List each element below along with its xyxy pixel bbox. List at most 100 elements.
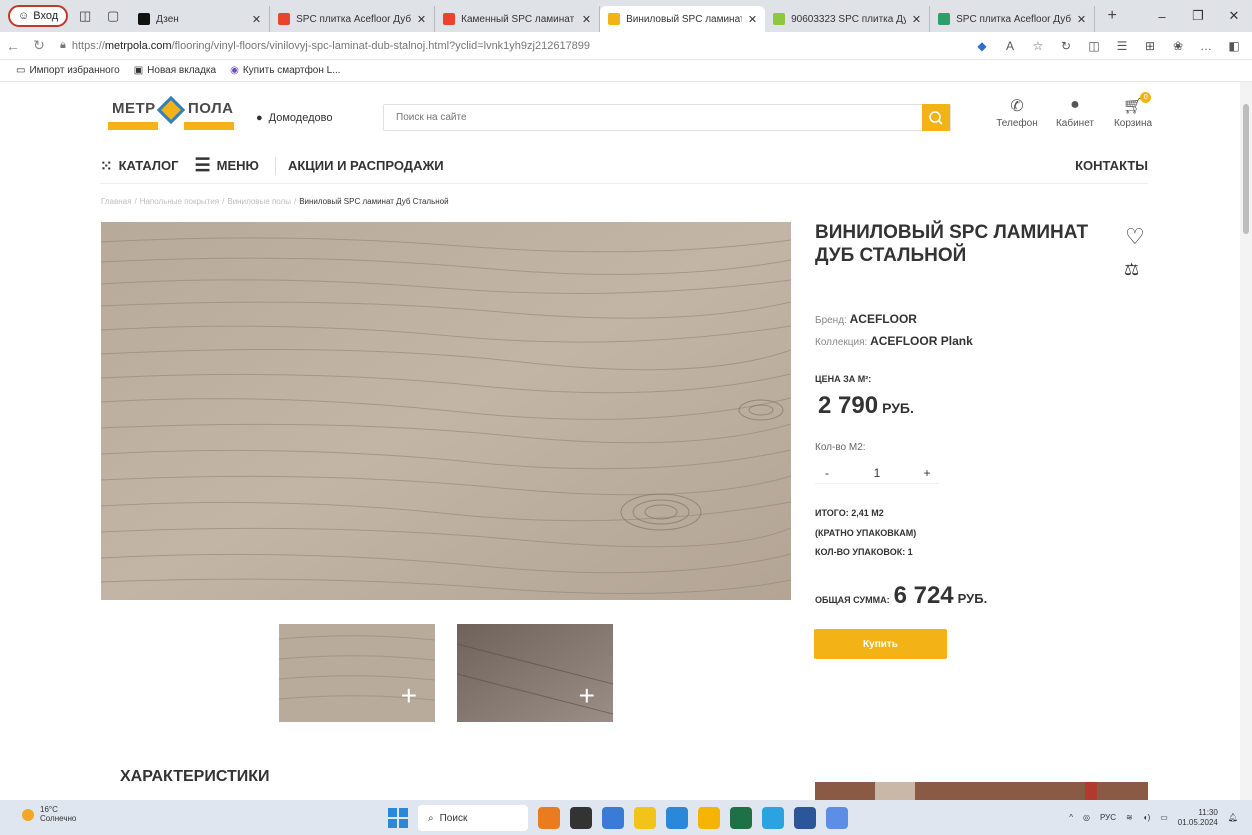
tab-close-icon[interactable]: ✕ <box>912 13 921 26</box>
phone-icon: ✆ <box>1010 98 1024 115</box>
volume-icon[interactable]: ◖) <box>1143 813 1151 822</box>
battery-icon[interactable]: ▭ <box>1160 813 1168 822</box>
breadcrumb-home[interactable]: Главная <box>101 197 131 206</box>
start-windows-icon[interactable] <box>388 808 408 828</box>
favorites-bar: ▭ Импорт избранного ▣ Новая вкладка ◉ Купит… <box>0 60 1252 82</box>
app-icon-excel[interactable] <box>730 807 752 829</box>
tab-actions-icon[interactable]: ▢ <box>102 5 124 27</box>
lang-icon[interactable]: РУС <box>1100 813 1116 822</box>
network-icon[interactable]: ◎ <box>1083 813 1090 822</box>
profile-label: Вход <box>33 10 59 22</box>
restore-icon[interactable]: ❐ <box>1180 8 1216 24</box>
breadcrumb-flooring[interactable]: Напольные покрытия <box>140 197 219 206</box>
total-area: ИТОГО: 2,41 М2 <box>815 508 884 518</box>
favorites-icon[interactable]: ☰ <box>1108 39 1136 53</box>
url-field[interactable]: 🔒︎ https://metrpola.com/flooring/vinyl-f… <box>60 39 968 52</box>
tab-close-icon[interactable]: ✕ <box>252 13 261 26</box>
browser-tab[interactable]: 90603323 SPC плитка Дуб ✕ <box>765 6 931 32</box>
total-sum: ОБЩАЯ СУММА: 6 724 РУБ. <box>815 582 988 609</box>
breadcrumb: Главная / Напольные покрытия / Виниловые п… <box>101 197 449 206</box>
profile-icon: ☺ <box>18 10 30 22</box>
clock[interactable]: 11:30 01.05.2024 <box>1178 808 1218 827</box>
browser-tab[interactable]: Каменный SPC ламинат AC ✕ <box>435 6 601 32</box>
browser-tab-strip: ☺ Вход ◫ ▢ Дзен ✕ SPC плитка Acefloor Дуб … <box>0 0 1252 32</box>
tab-favicon-icon <box>443 13 456 25</box>
oak-texture-image <box>101 222 791 600</box>
profile-button[interactable]: ☺ Вход <box>8 5 69 27</box>
web-page: МЕТР ПОЛА ● Домодедово ✆ Телефон ● Кабин… <box>0 82 1240 800</box>
tab-favicon-icon <box>278 13 291 25</box>
characteristics-heading: ХАРАКТЕРИСТИКИ <box>120 768 270 785</box>
nav-catalog[interactable]: ⁙ КАТАЛОГ <box>100 157 179 175</box>
favorite-smartphone[interactable]: ◉ Купить смартфон L... <box>230 65 340 76</box>
favorite-star-icon[interactable]: ☆ <box>1024 39 1052 53</box>
app-icon-game[interactable] <box>538 807 560 829</box>
folder-icon: ▭ <box>16 65 26 76</box>
app-icon-word[interactable] <box>794 807 816 829</box>
more-icon[interactable]: … <box>1192 39 1220 53</box>
refresh-page-icon[interactable]: ↻ <box>1052 39 1080 53</box>
collections-icon[interactable]: ⊞ <box>1136 39 1164 53</box>
compare-scales-icon[interactable]: ⚖ <box>1124 260 1139 280</box>
favorite-new-tab[interactable]: ▣ Новая вкладка <box>134 65 216 76</box>
site-logo[interactable]: МЕТР ПОЛА <box>108 95 234 132</box>
new-tab-icon[interactable]: + <box>1101 5 1123 27</box>
extension-icon[interactable]: ◆ <box>968 39 996 53</box>
nav-contacts[interactable]: КОНТАКТЫ <box>1075 158 1148 173</box>
search-button[interactable] <box>922 104 950 131</box>
page-icon: ▣ <box>133 65 144 76</box>
search-icon: ⌕ <box>428 812 434 824</box>
tab-close-icon[interactable]: ✕ <box>1077 13 1086 26</box>
refresh-icon[interactable]: ↻ <box>26 37 52 54</box>
tab-favicon-icon <box>138 13 151 25</box>
nav-sales[interactable]: АКЦИИ И РАСПРОДАЖИ <box>288 158 444 173</box>
browser-tab[interactable]: SPC плитка Acefloor Дуб С ✕ <box>930 6 1096 32</box>
read-aloud-icon[interactable]: A <box>996 39 1024 53</box>
tab-close-icon[interactable]: ✕ <box>582 13 591 26</box>
sidebar-icon[interactable]: ◧ <box>1220 39 1248 53</box>
wifi-icon[interactable]: ≋ <box>1126 813 1133 822</box>
product-thumbnail-2[interactable]: + <box>457 624 613 722</box>
workspaces-icon[interactable]: ◫ <box>74 5 96 27</box>
browser-tab[interactable]: Виниловый SPC ламинат Д ✕ <box>600 6 766 32</box>
favorite-import[interactable]: ▭ Импорт избранного <box>16 65 120 76</box>
minimize-icon[interactable]: – <box>1144 9 1180 24</box>
app-icon-teams[interactable] <box>602 807 624 829</box>
taskbar-search[interactable]: ⌕ Поиск <box>418 805 528 831</box>
app-icon-store[interactable] <box>666 807 688 829</box>
app-icon-explorer[interactable] <box>698 807 720 829</box>
app-icon-edge[interactable] <box>762 807 784 829</box>
weather-widget[interactable]: 16°C Солнечно <box>22 805 76 824</box>
close-icon[interactable]: ✕ <box>1216 8 1252 24</box>
header-account[interactable]: ● Кабинет <box>1054 96 1096 129</box>
tab-title: Каменный SPC ламинат AC <box>461 13 576 25</box>
breadcrumb-vinyl[interactable]: Виниловые полы <box>227 197 291 206</box>
back-icon[interactable]: ← <box>0 38 26 54</box>
app-icon-yandex[interactable] <box>634 807 656 829</box>
chevron-up-icon[interactable]: ^ <box>1069 813 1073 822</box>
page-scrollbar[interactable] <box>1240 82 1252 800</box>
product-thumbnail-1[interactable]: + <box>279 624 435 722</box>
search-input[interactable] <box>384 112 922 123</box>
quantity-value[interactable]: 1 <box>865 466 889 480</box>
product-main-image[interactable] <box>101 222 791 600</box>
tab-close-icon[interactable]: ✕ <box>417 13 426 26</box>
app-icon-taskview[interactable] <box>570 807 592 829</box>
city-selector[interactable]: ● Домодедово <box>256 112 332 124</box>
search-icon <box>929 110 943 125</box>
tab-close-icon[interactable]: ✕ <box>748 13 757 26</box>
browser-tab[interactable]: Дзен ✕ <box>130 6 271 32</box>
nav-menu[interactable]: ☰ МЕНЮ <box>195 155 259 176</box>
copilot-icon[interactable]: ❀ <box>1164 39 1192 53</box>
browser-tab[interactable]: SPC плитка Acefloor Дуб Ст ✕ <box>270 6 436 32</box>
buy-button[interactable]: Купить <box>814 629 947 659</box>
heart-icon[interactable]: ♡ <box>1125 224 1145 250</box>
header-cart[interactable]: 🛒︎ 0 Корзина <box>1112 92 1154 129</box>
notification-bell-icon[interactable]: 🔔︎ <box>1228 813 1238 822</box>
decrement-button[interactable]: - <box>815 466 839 480</box>
app-icon-photos[interactable] <box>826 807 848 829</box>
product-collection: Коллекция: ACEFLOOR Plank <box>815 334 973 348</box>
split-screen-icon[interactable]: ◫ <box>1080 39 1108 53</box>
increment-button[interactable]: + <box>915 466 939 480</box>
header-phone[interactable]: ✆ Телефон <box>996 96 1038 129</box>
